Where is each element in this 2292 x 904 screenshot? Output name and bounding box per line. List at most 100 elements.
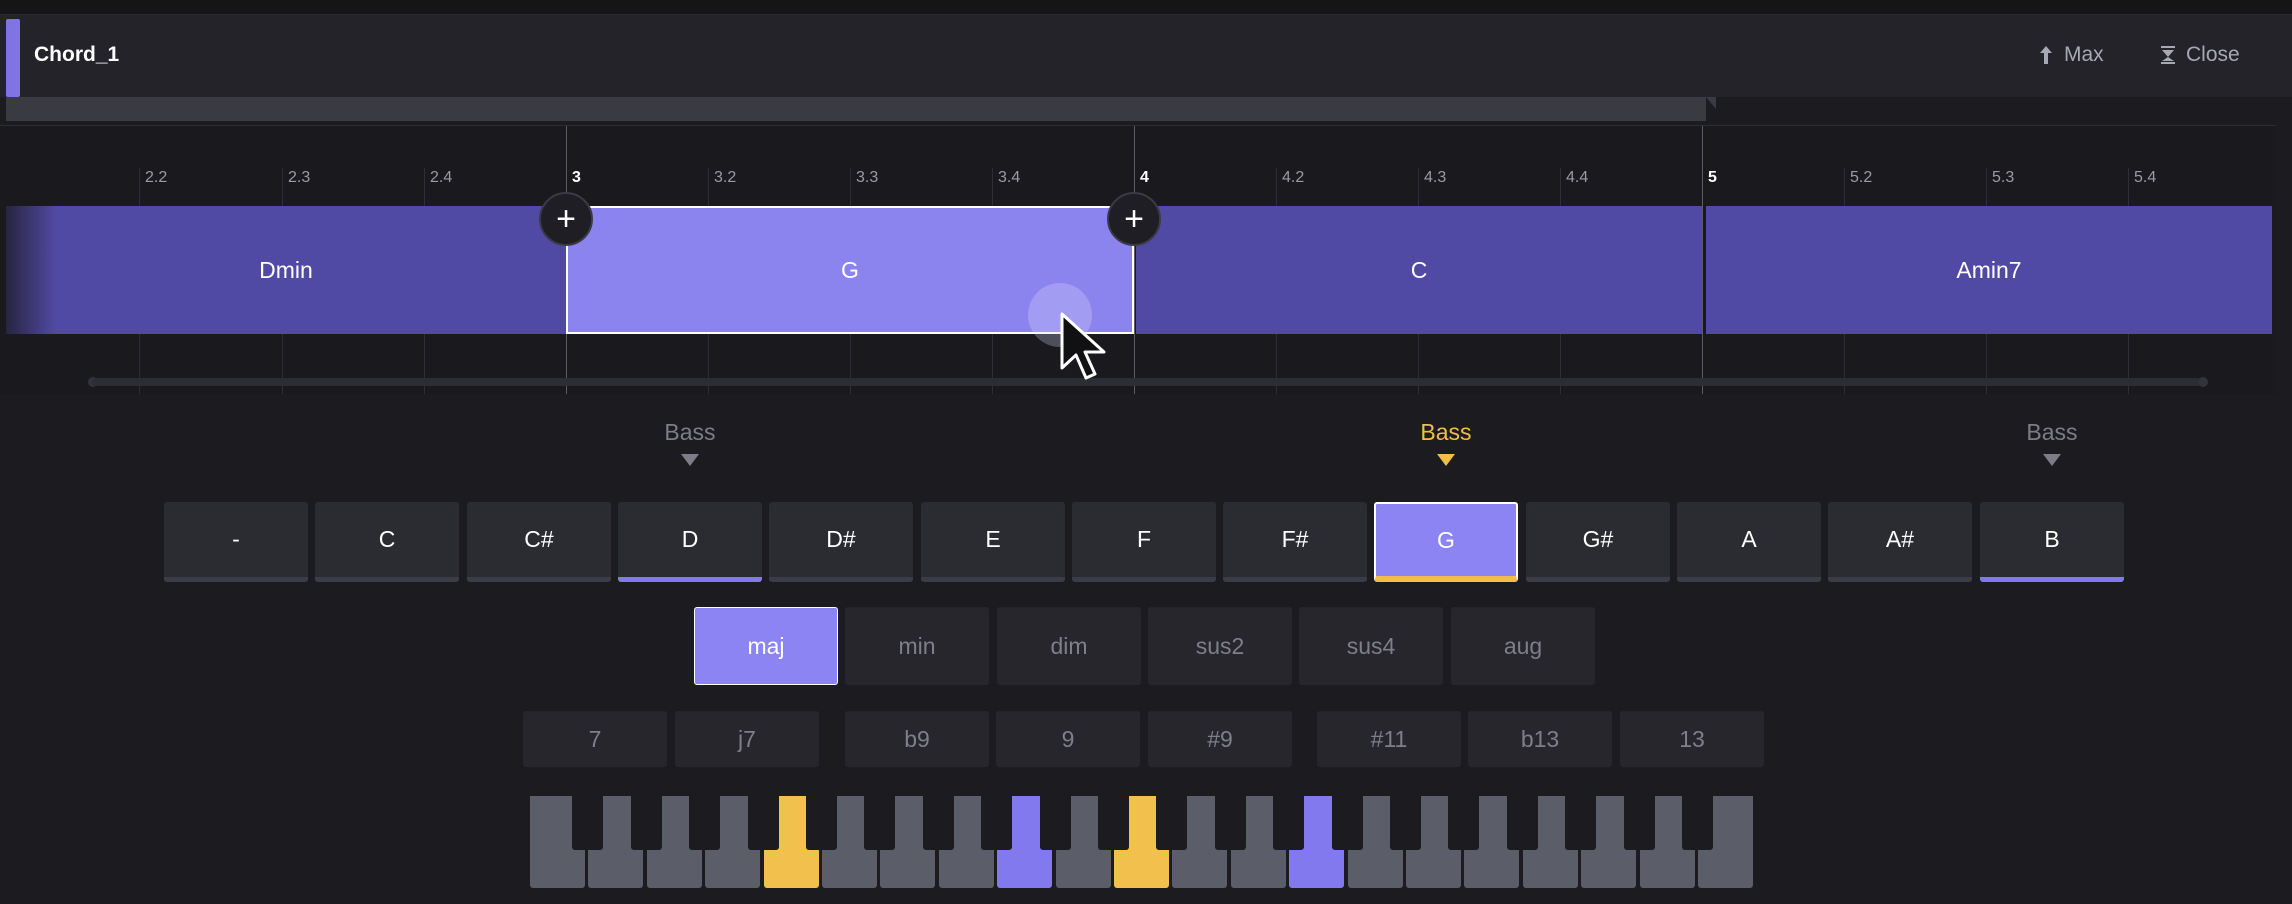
piano-black-key[interactable]	[1156, 796, 1187, 850]
tick-label: 5	[1708, 169, 1717, 186]
extension-button-b13[interactable]: b13	[1468, 711, 1612, 767]
chord-label: Amin7	[1956, 256, 2022, 283]
root-button-gsharp[interactable]: G#	[1526, 502, 1670, 582]
add-chord-after-button[interactable]: +	[1107, 192, 1161, 246]
root-button-fsharp[interactable]: F#	[1223, 502, 1367, 582]
piano-black-key[interactable]	[631, 796, 662, 850]
tick-label: 5.2	[1850, 169, 1873, 186]
root-button-c[interactable]: C	[315, 502, 459, 582]
timeline-tick	[1134, 126, 1135, 394]
piano-black-key[interactable]	[923, 796, 954, 850]
triangle-down-icon	[1437, 454, 1455, 466]
chord-timeline: 2.2 2.3 2.4 3 3.2 3.3 3.4 4 4.2 4.3 4.4 5 5.2 5.3 5.4 …	[0, 125, 2276, 394]
piano-black-key[interactable]	[981, 796, 1012, 850]
extension-button-sharp9[interactable]: #9	[1148, 711, 1292, 767]
tick-label: 2.4	[430, 169, 453, 186]
tick-label: 4	[1140, 169, 1149, 186]
scroll-end-dot	[2198, 377, 2208, 387]
piano-black-key[interactable]	[1624, 796, 1655, 850]
root-button-none[interactable]: -	[164, 502, 308, 582]
piano-black-key[interactable]	[1565, 796, 1596, 850]
arrow-up-icon	[2040, 46, 2052, 64]
chord-block-amin7[interactable]: Amin7	[1706, 206, 2272, 334]
plus-icon: +	[1124, 200, 1144, 238]
bass-marker-label: Bass	[2026, 419, 2078, 445]
piano-black-key[interactable]	[1040, 796, 1071, 850]
tick-label: 5.4	[2134, 169, 2157, 186]
piano-black-key[interactable]	[1390, 796, 1421, 850]
piano-black-key[interactable]	[1215, 796, 1246, 850]
root-button-f[interactable]: F	[1072, 502, 1216, 582]
root-button-csharp[interactable]: C#	[467, 502, 611, 582]
root-button-asharp[interactable]: A#	[1828, 502, 1972, 582]
extension-button-b9[interactable]: b9	[845, 711, 989, 767]
quality-button-sus4[interactable]: sus4	[1299, 607, 1443, 685]
tick-label: 5.3	[1992, 169, 2015, 186]
extension-button-13[interactable]: 13	[1620, 711, 1764, 767]
tick-label: 3.4	[998, 169, 1021, 186]
chord-block-c[interactable]: C	[1136, 206, 1702, 334]
root-button-g[interactable]: G	[1374, 502, 1518, 582]
root-button-e[interactable]: E	[921, 502, 1065, 582]
bass-marker[interactable]: Bass	[630, 419, 750, 466]
piano-black-key[interactable]	[1507, 796, 1538, 850]
triangle-down-icon	[681, 454, 699, 466]
plus-icon: +	[556, 200, 576, 238]
quality-button-dim[interactable]: dim	[997, 607, 1141, 685]
bass-marker-label: Bass	[1420, 419, 1472, 445]
extension-button-j7[interactable]: j7	[675, 711, 819, 767]
piano-black-key[interactable]	[1682, 796, 1713, 850]
root-button-b[interactable]: B	[1980, 502, 2124, 582]
piano-black-key[interactable]	[1332, 796, 1363, 850]
loop-range-bar[interactable]	[6, 97, 1716, 121]
bass-marker-label: Bass	[664, 419, 716, 445]
root-button-d[interactable]: D	[618, 502, 762, 582]
chord-block-dmin[interactable]: Dmin	[6, 206, 566, 334]
piano-black-key[interactable]	[1273, 796, 1304, 850]
piano-black-key[interactable]	[689, 796, 720, 850]
quality-button-maj[interactable]: maj	[694, 607, 838, 685]
extension-button-7[interactable]: 7	[523, 711, 667, 767]
root-button-a[interactable]: A	[1677, 502, 1821, 582]
piano-black-key[interactable]	[806, 796, 837, 850]
tick-label: 2.3	[288, 169, 311, 186]
extension-button-sharp11[interactable]: #11	[1317, 711, 1461, 767]
track-color-accent	[6, 19, 20, 97]
tick-label: 3.2	[714, 169, 737, 186]
piano-black-key[interactable]	[1098, 796, 1129, 850]
extension-button-9[interactable]: 9	[996, 711, 1140, 767]
quality-button-aug[interactable]: aug	[1451, 607, 1595, 685]
timeline-scrollbar[interactable]	[92, 378, 2202, 386]
tick-label: 4.4	[1566, 169, 1589, 186]
piano-black-key[interactable]	[1448, 796, 1479, 850]
top-strip	[0, 0, 2292, 15]
tick-label: 2.2	[145, 169, 168, 186]
add-chord-before-button[interactable]: +	[539, 192, 593, 246]
max-label: Max	[2064, 43, 2104, 66]
chord-label: C	[1410, 256, 1428, 283]
triangle-down-icon	[2043, 454, 2061, 466]
tick-label: 4.2	[1282, 169, 1305, 186]
quality-button-sus2[interactable]: sus2	[1148, 607, 1292, 685]
bass-marker-active[interactable]: Bass	[1386, 419, 1506, 466]
tick-label: 3	[572, 169, 581, 186]
close-label: Close	[2186, 43, 2240, 66]
piano-keyboard	[530, 796, 1755, 888]
max-button[interactable]: Max	[2036, 43, 2104, 67]
tick-label: 3.3	[856, 169, 879, 186]
close-button[interactable]: Close	[2158, 43, 2240, 67]
mouse-cursor-icon	[1060, 312, 1106, 380]
chord-label: Dmin	[259, 256, 313, 283]
chord-label: G	[841, 256, 859, 283]
root-button-dsharp[interactable]: D#	[769, 502, 913, 582]
collapse-icon	[2161, 46, 2175, 64]
piano-black-key[interactable]	[572, 796, 603, 850]
piano-black-key[interactable]	[748, 796, 779, 850]
tick-label: 4.3	[1424, 169, 1447, 186]
panel-title: Chord_1	[34, 43, 120, 66]
timeline-tick	[1702, 126, 1703, 394]
quality-button-min[interactable]: min	[845, 607, 989, 685]
piano-black-key[interactable]	[864, 796, 895, 850]
bass-marker[interactable]: Bass	[1992, 419, 2112, 466]
panel-header: Chord_1 Max Close	[0, 15, 2292, 97]
